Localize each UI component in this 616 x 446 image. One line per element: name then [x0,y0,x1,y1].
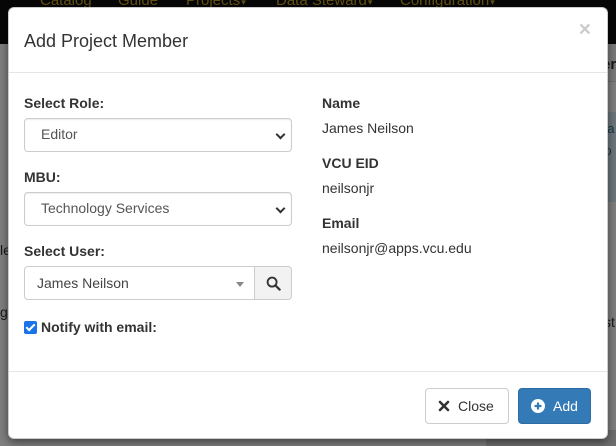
notify-email-checkbox[interactable] [24,320,37,334]
close-button-label: Close [458,398,494,414]
mbu-select-value: Technology Services [41,200,170,216]
email-value: neilsonjr@apps.vcu.edu [322,240,472,256]
name-label: Name [322,95,361,111]
add-button-label: Add [553,398,578,414]
caret-down-icon [236,282,244,287]
mbu-label: MBU: [24,169,61,185]
modal-header: Add Project Member × [9,8,607,73]
user-search-button[interactable] [254,266,292,300]
x-icon [438,400,450,412]
notify-email-row: Notify with email: [24,319,157,335]
plus-circle-icon [531,399,545,413]
select-user-label: Select User: [24,243,105,259]
role-select-value: Editor [41,126,78,142]
mbu-select[interactable]: Technology Services [24,192,292,226]
email-label: Email [322,215,360,231]
select-role-label: Select Role: [24,95,105,111]
user-select-value: James Neilson [37,275,129,291]
modal-footer: Close Add [9,371,607,438]
close-icon[interactable]: × [579,19,591,40]
close-button[interactable]: Close [425,388,509,424]
add-button[interactable]: Add [518,388,591,424]
name-value: James Neilson [322,120,414,136]
search-icon [266,276,281,291]
chevron-down-icon [275,203,286,214]
user-select[interactable]: James Neilson [24,266,255,300]
modal-title: Add Project Member [24,31,189,51]
role-select[interactable]: Editor [24,118,292,152]
add-project-member-dialog: Add Project Member × Select Role: Editor… [8,7,608,439]
notify-email-label[interactable]: Notify with email: [41,319,157,335]
vcu-eid-value: neilsonjr [322,180,375,196]
vcu-eid-label: VCU EID [322,155,379,171]
chevron-down-icon [275,129,286,140]
